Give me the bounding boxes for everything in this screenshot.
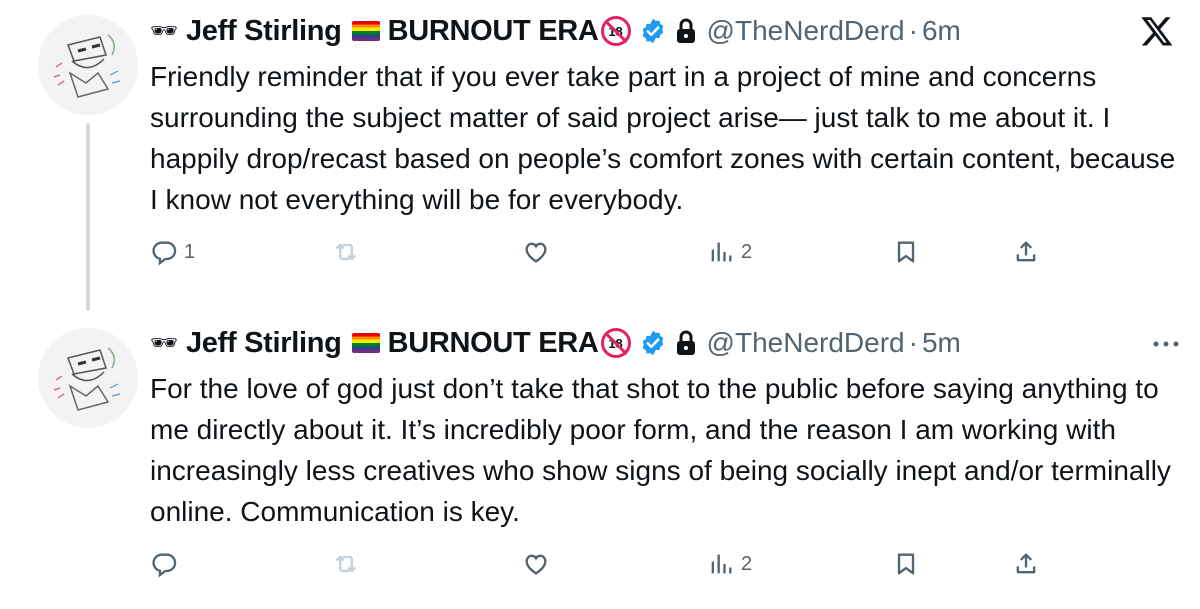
bookmark-button[interactable]	[892, 550, 920, 578]
share-button[interactable]	[1012, 550, 1040, 578]
avatar[interactable]	[38, 328, 138, 428]
display-name[interactable]: Jeff Stirling	[186, 327, 342, 360]
avatar-illustration-icon	[38, 328, 138, 428]
reply-icon	[152, 241, 177, 266]
share-icon	[1016, 241, 1036, 262]
display-name-suffix[interactable]: BURNOUT ERA	[388, 327, 599, 360]
handle[interactable]: @TheNerdDerd	[707, 15, 905, 47]
no-under-18-icon: 18	[600, 328, 631, 358]
heart-icon	[525, 242, 547, 263]
display-name[interactable]: Jeff Stirling	[186, 15, 342, 48]
badge-text: 18	[608, 335, 623, 351]
tweet-header: 🕶 Jeff Stirling BURNOUT ERA 18 @TheNerdD…	[150, 325, 961, 361]
tweet-text: For the love of god just don’t take that…	[150, 373, 1171, 527]
more-dots-icon	[1153, 341, 1179, 347]
views-chart-icon	[711, 554, 732, 574]
views-count: 2	[741, 552, 753, 575]
separator-dot: ·	[908, 327, 918, 358]
more-options-button[interactable]	[1152, 334, 1180, 348]
rainbow-flag-icon	[351, 333, 380, 353]
tweet-actions: 2	[0, 550, 1200, 590]
heart-icon	[525, 554, 547, 575]
reply-icon	[152, 553, 177, 578]
views-chart-icon	[711, 242, 732, 262]
separator-dot: ·	[908, 15, 918, 46]
avatar-illustration-icon	[38, 15, 138, 115]
badge-text: 18	[608, 23, 623, 39]
sunglasses-emoji: 🕶	[150, 18, 178, 43]
views-button[interactable]: 2	[707, 550, 752, 578]
share-button[interactable]	[1012, 238, 1040, 266]
verified-badge-icon[interactable]	[639, 329, 667, 357]
reply-count: 1	[184, 240, 196, 263]
rainbow-flag-icon	[351, 21, 380, 41]
timestamp[interactable]: 6m	[922, 15, 961, 47]
tweet-header: 🕶 Jeff Stirling BURNOUT ERA 18 @TheNerdD…	[150, 13, 961, 49]
tweet-actions: 1 2	[0, 238, 1200, 278]
tweet[interactable]: 🕶 Jeff Stirling BURNOUT ERA 18 @TheNerdD…	[0, 318, 1200, 609]
retweet-button[interactable]	[332, 550, 366, 578]
display-name-suffix[interactable]: BURNOUT ERA	[388, 15, 599, 48]
x-logo-icon[interactable]	[1140, 14, 1174, 53]
thread-line	[86, 123, 90, 311]
bookmark-button[interactable]	[892, 238, 920, 266]
reply-button[interactable]: 1	[150, 238, 195, 266]
retweet-button[interactable]	[332, 238, 366, 266]
bookmark-icon	[897, 553, 915, 575]
like-button[interactable]	[522, 550, 556, 578]
no-under-18-icon: 18	[600, 16, 631, 46]
lock-icon	[675, 330, 697, 356]
views-button[interactable]: 2	[707, 238, 752, 266]
sunglasses-emoji: 🕶	[150, 330, 178, 355]
tweet-text: Friendly reminder that if you ever take …	[150, 61, 1176, 215]
bookmark-icon	[897, 241, 915, 263]
retweet-icon	[335, 243, 357, 261]
handle[interactable]: @TheNerdDerd	[707, 327, 905, 359]
timestamp[interactable]: 5m	[922, 327, 961, 359]
tweet[interactable]: 🕶 Jeff Stirling BURNOUT ERA 18 @TheNerdD…	[0, 0, 1200, 311]
retweet-icon	[335, 555, 357, 573]
verified-badge-icon[interactable]	[639, 17, 667, 45]
avatar[interactable]	[38, 15, 138, 115]
views-count: 2	[741, 240, 753, 263]
reply-button[interactable]	[150, 550, 184, 578]
lock-icon	[675, 18, 697, 44]
like-button[interactable]	[522, 238, 556, 266]
share-icon	[1016, 553, 1036, 574]
